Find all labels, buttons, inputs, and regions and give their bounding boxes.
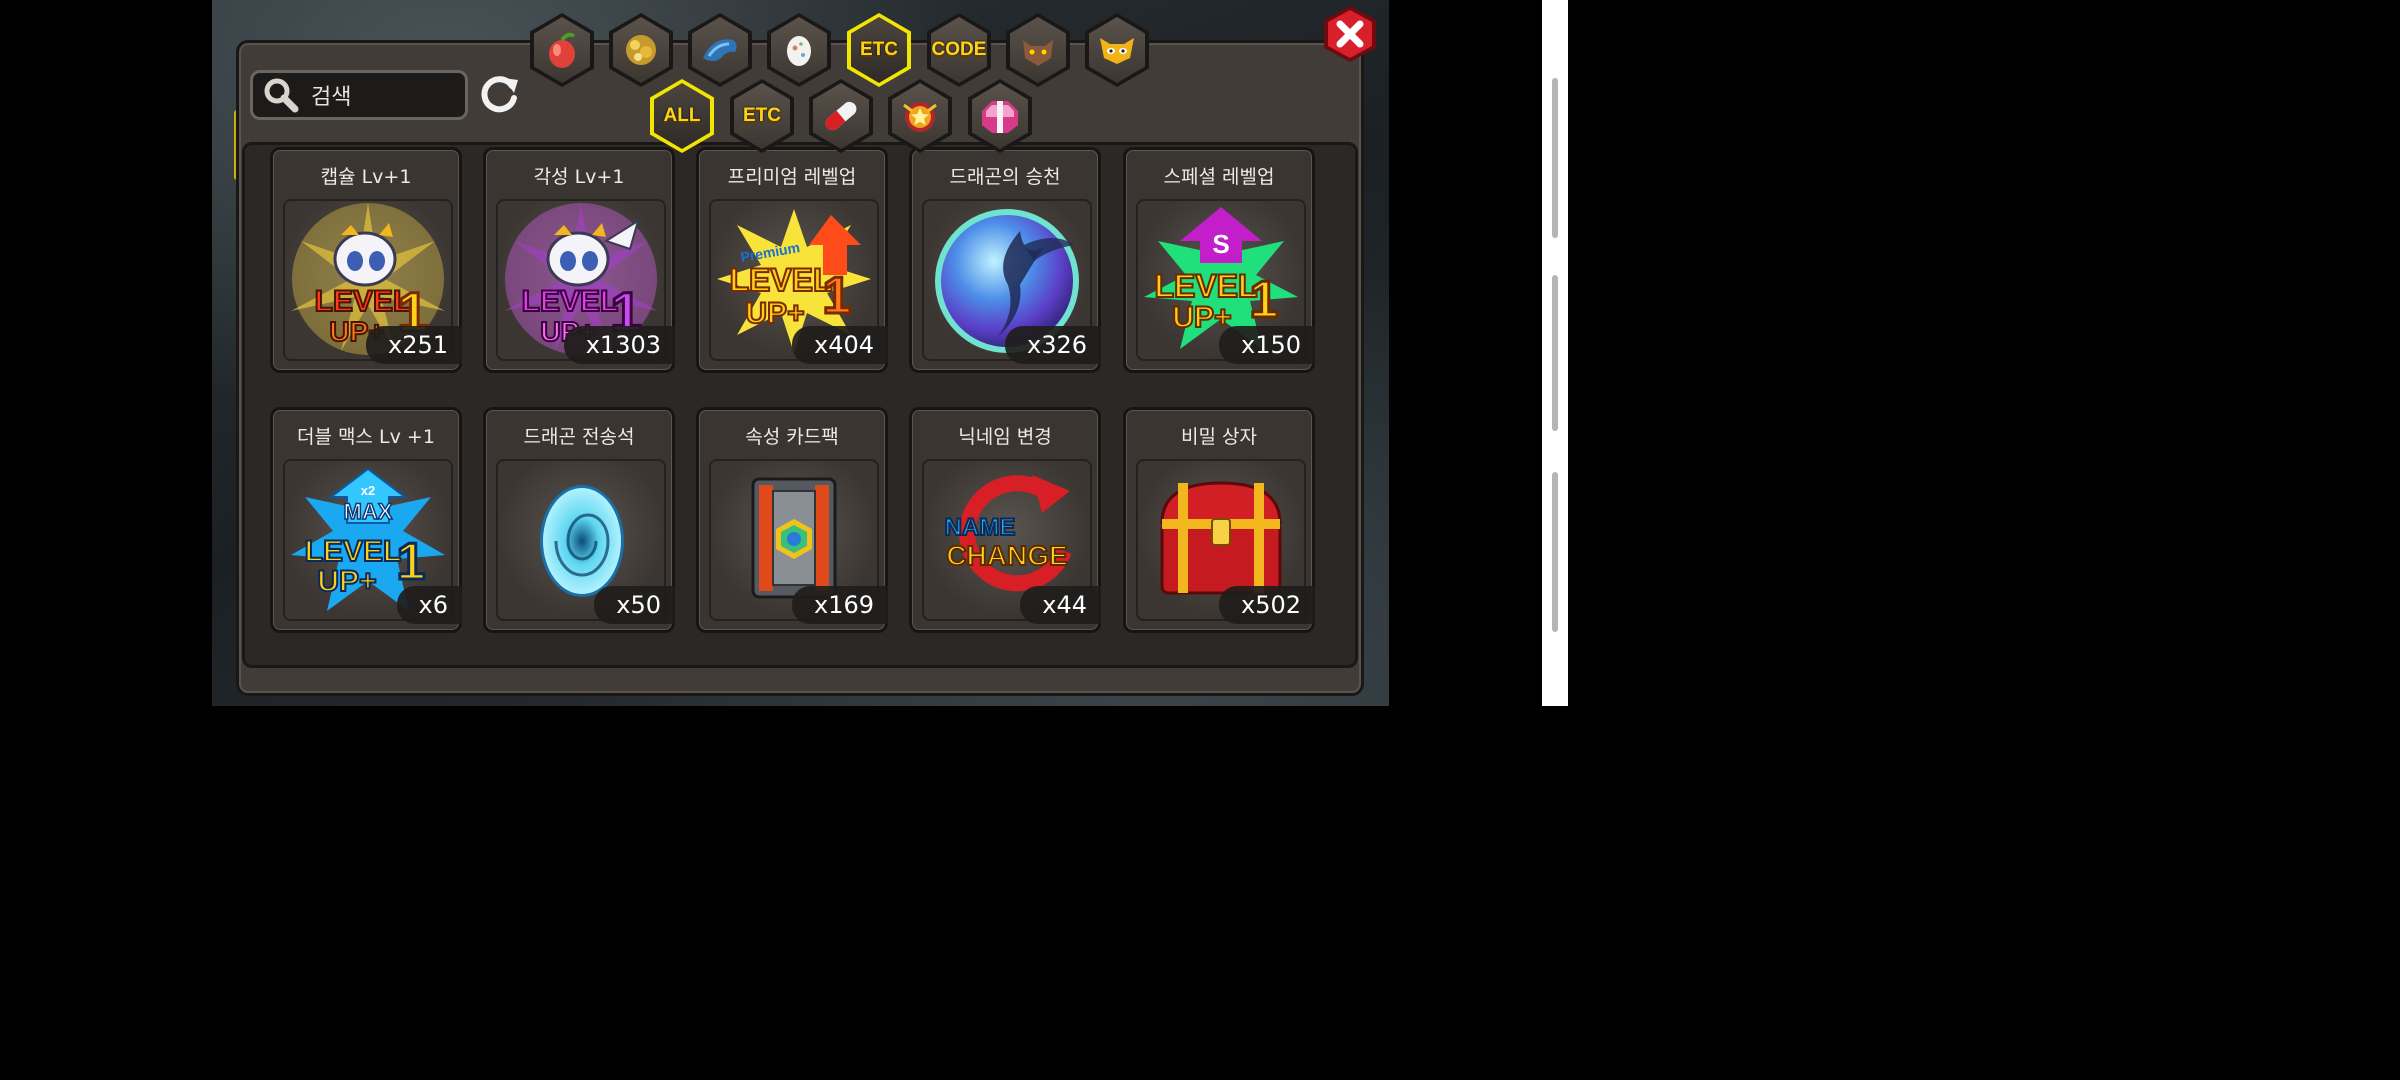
svg-text:LEVEL: LEVEL	[305, 535, 402, 568]
item-count: x404	[791, 326, 888, 364]
item-count: x6	[396, 586, 462, 624]
item-title: 드래곤 전송석	[523, 426, 635, 448]
item-title: 비밀 상자	[1181, 426, 1257, 448]
sub-tab-label: ALL	[663, 105, 701, 126]
svg-text:UP+: UP+	[317, 565, 376, 598]
svg-text:1: 1	[1250, 271, 1279, 329]
wolf-icon	[1017, 30, 1059, 70]
item-title: 프리미엄 레벨업	[727, 166, 857, 188]
item-count: x169	[791, 586, 888, 624]
svg-text:NAME: NAME	[945, 514, 1016, 541]
item-title: 닉네임 변경	[958, 426, 1052, 448]
item-count: x502	[1218, 586, 1315, 624]
scrollbar[interactable]	[1542, 0, 1568, 706]
refresh-icon	[481, 76, 518, 113]
category-tab-label: CODE	[931, 39, 987, 60]
refresh-button[interactable]	[476, 72, 522, 118]
mask-icon	[1096, 30, 1138, 70]
close-button[interactable]	[1322, 4, 1378, 64]
scrollbar-thumb[interactable]	[1552, 78, 1558, 238]
svg-text:LEVEL: LEVEL	[522, 285, 619, 318]
svg-text:LEVEL: LEVEL	[1154, 268, 1257, 304]
scrollbar-thumb[interactable]	[1552, 472, 1558, 632]
item-card[interactable]: 캡슐 Lv+1 LEVEL UP+ 1 x251	[270, 147, 462, 373]
item-card[interactable]: 속성 카드팩 x169	[696, 407, 888, 633]
sub-tab-label: ETC	[743, 105, 781, 126]
svg-text:S: S	[1212, 229, 1229, 259]
item-card[interactable]: 드래곤 전송석 x50	[483, 407, 675, 633]
item-title: 더블 맥스 Lv +1	[297, 426, 435, 448]
svg-text:x2: x2	[361, 483, 375, 498]
item-card[interactable]: 비밀 상자 x502	[1123, 407, 1315, 633]
search-input[interactable]: 검색	[250, 70, 468, 120]
search-icon	[261, 75, 301, 115]
svg-text:1: 1	[397, 533, 426, 591]
pill-icon	[819, 96, 863, 136]
star-badge-icon	[898, 95, 942, 137]
item-title: 각성 Lv+1	[533, 166, 625, 188]
close-icon	[1324, 6, 1376, 62]
egg-icon	[779, 30, 819, 70]
gold-icon	[621, 30, 661, 70]
svg-text:UP+: UP+	[1172, 301, 1231, 334]
item-count: x251	[365, 326, 462, 364]
item-card[interactable]: 드래곤의 승천 x326	[909, 147, 1101, 373]
svg-text:LEVEL: LEVEL	[729, 262, 832, 298]
item-count: x1303	[563, 326, 675, 364]
category-tab-label: ETC	[860, 39, 898, 60]
item-card[interactable]: 프리미엄 레벨업 Premium LEVEL UP+ 1 x404	[696, 147, 888, 373]
scrollbar-thumb[interactable]	[1552, 275, 1558, 431]
dragon-icon	[699, 30, 741, 70]
item-count: x50	[594, 586, 675, 624]
item-card[interactable]: 닉네임 변경 NAME CHANGE x44	[909, 407, 1101, 633]
svg-text:CHANGE: CHANGE	[946, 540, 1067, 571]
item-card[interactable]: 스페셜 레벨업 S LEVEL UP+ 1 x150	[1123, 147, 1315, 373]
gift-icon	[978, 95, 1022, 137]
search-label: 검색	[311, 85, 352, 110]
item-title: 드래곤의 승천	[949, 166, 1061, 188]
item-count: x326	[1004, 326, 1101, 364]
svg-text:UP+: UP+	[745, 297, 804, 330]
fruit-icon	[542, 30, 582, 70]
svg-text:MAX: MAX	[344, 499, 393, 524]
svg-text:1: 1	[823, 267, 852, 325]
item-title: 캡슐 Lv+1	[320, 166, 412, 188]
item-count: x44	[1020, 586, 1101, 624]
item-title: 스페셜 레벨업	[1163, 166, 1275, 188]
item-card[interactable]: 각성 Lv+1 LEVEL UP+ 1 x1303	[483, 147, 675, 373]
item-count: x150	[1218, 326, 1315, 364]
item-card[interactable]: 더블 맥스 Lv +1 x2 MAX LEVEL UP+ 1 x6	[270, 407, 462, 633]
item-title: 속성 카드팩	[745, 426, 839, 448]
